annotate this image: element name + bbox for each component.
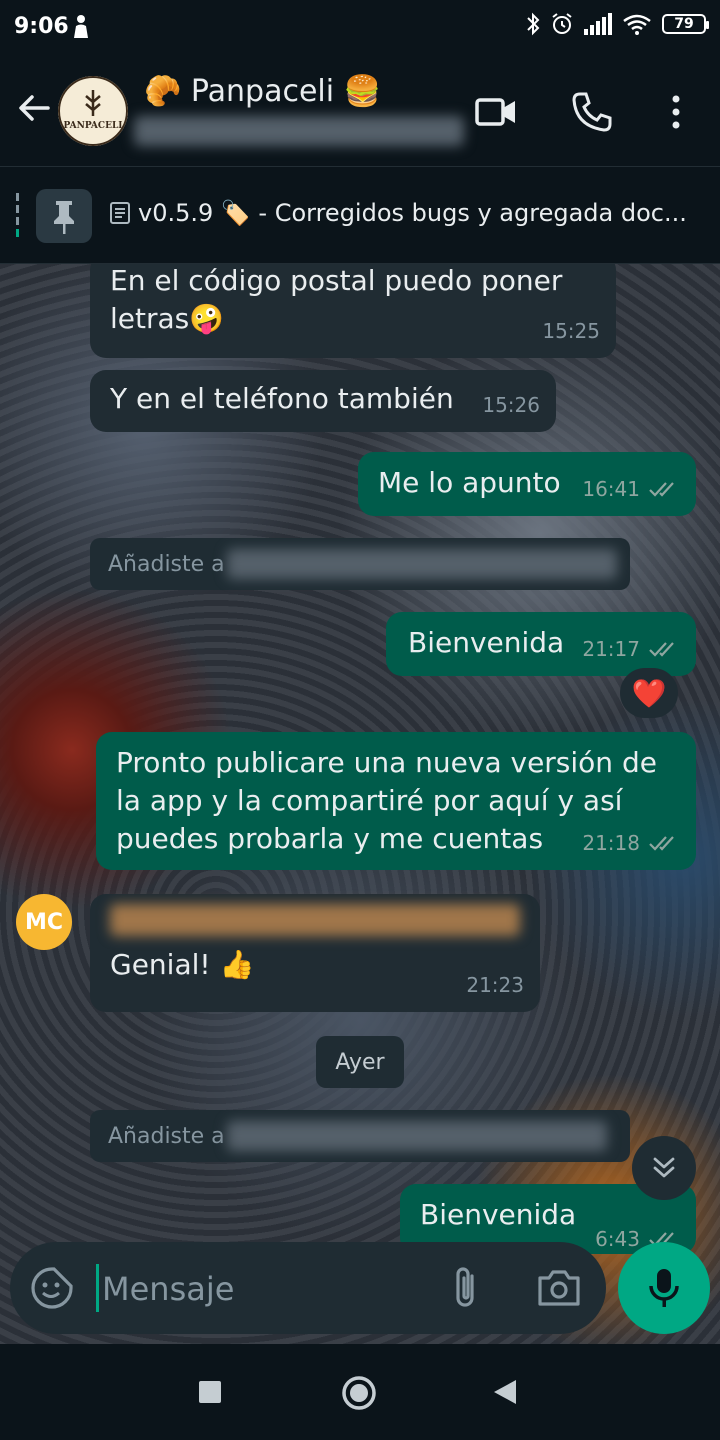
text-caret	[96, 1264, 99, 1312]
home-button-icon[interactable]	[340, 1374, 378, 1412]
heart-reaction-icon: ❤️	[631, 676, 667, 710]
pinned-message-bar[interactable]: v0.5.9 🏷️ - Corregidos bugs y agregada d…	[0, 167, 720, 264]
pinned-text-label: v0.5.9 🏷️ - Corregidos bugs y agregada d…	[138, 199, 687, 227]
message-outgoing[interactable]: Bienvenida 21:17	[386, 612, 696, 676]
message-time: 15:26	[482, 393, 540, 417]
message-time: 21:23	[466, 973, 524, 997]
alarm-icon	[552, 13, 572, 34]
group-title[interactable]: 🥐 Panpaceli 🍔	[144, 74, 381, 109]
person-icon	[74, 15, 88, 38]
message-outgoing[interactable]: Me lo apunto 16:41	[358, 452, 696, 516]
pinned-indicator	[16, 193, 20, 239]
panpaceli-logo-icon: PANPACELI	[58, 76, 128, 146]
status-time: 9:06	[14, 14, 69, 39]
chat-header: PANPACELI 🥐 Panpaceli 🍔	[0, 56, 720, 167]
message-time: 16:41	[582, 470, 680, 508]
message-reaction[interactable]: ❤️	[620, 668, 678, 718]
double-chevron-down-icon	[653, 1157, 675, 1178]
participants-blurred	[134, 116, 464, 146]
message-time: 21:18	[582, 824, 680, 862]
recents-button-icon[interactable]	[198, 1380, 222, 1404]
scroll-to-bottom-button[interactable]	[632, 1136, 696, 1200]
blurred-name	[226, 549, 617, 579]
message-text: Genial! 👍	[110, 948, 255, 981]
pinned-text: v0.5.9 🏷️ - Corregidos bugs y agregada d…	[110, 199, 710, 227]
status-icons: 79	[526, 12, 709, 36]
message-text: En el código postal puedo poner letras🤪	[110, 264, 563, 335]
read-ticks-icon	[649, 482, 674, 497]
attach-icon[interactable]	[446, 1264, 486, 1312]
blurred-name	[226, 1121, 607, 1151]
system-message-text: Añadiste a	[108, 1123, 225, 1149]
message-time: 21:17	[582, 630, 680, 668]
document-icon	[110, 202, 130, 224]
date-separator: Ayer	[316, 1036, 404, 1088]
pin-icon-box	[36, 189, 92, 243]
read-ticks-icon	[649, 836, 674, 851]
message-text: Y en el teléfono también	[110, 382, 454, 415]
back-button-icon[interactable]	[492, 1378, 518, 1406]
phone-call-icon[interactable]	[570, 90, 614, 134]
status-bar: 9:06 79	[0, 0, 720, 56]
video-call-icon[interactable]	[474, 90, 518, 134]
group-avatar[interactable]: PANPACELI	[58, 76, 128, 146]
message-time: 15:25	[542, 319, 600, 343]
message-outgoing[interactable]: Pronto publicare una nueva versión de la…	[96, 732, 696, 870]
wifi-icon	[623, 14, 651, 35]
microphone-icon	[649, 1269, 679, 1307]
message-incoming[interactable]: Y en el teléfono también 15:26	[90, 370, 556, 432]
message-composer	[10, 1242, 606, 1334]
system-message-text: Añadiste a	[108, 551, 225, 577]
svg-text:PANPACELI: PANPACELI	[64, 121, 123, 131]
camera-icon[interactable]	[536, 1266, 582, 1310]
chat-area[interactable]: En el código postal puedo poner letras🤪 …	[0, 264, 720, 1344]
system-navigation-bar	[0, 1344, 720, 1440]
message-incoming[interactable]: Genial! 👍 21:23	[90, 894, 540, 1012]
back-arrow-icon[interactable]	[14, 88, 54, 128]
pin-icon	[54, 201, 74, 234]
more-options-icon[interactable]	[654, 90, 698, 134]
voice-message-button[interactable]	[618, 1242, 710, 1334]
sender-avatar[interactable]: MC	[16, 894, 72, 950]
system-message: Añadiste a	[90, 538, 630, 590]
sender-name-blurred	[110, 904, 520, 936]
bluetooth-icon	[527, 12, 540, 36]
message-input[interactable]	[100, 1260, 434, 1318]
signal-icon	[584, 13, 612, 35]
sticker-emoji-icon[interactable]	[30, 1266, 74, 1310]
read-ticks-icon	[649, 642, 674, 657]
battery-level: 79	[674, 16, 694, 32]
system-message: Añadiste a	[90, 1110, 630, 1162]
battery-icon: 79	[662, 14, 709, 34]
message-incoming[interactable]: En el código postal puedo poner letras🤪 …	[90, 264, 616, 358]
